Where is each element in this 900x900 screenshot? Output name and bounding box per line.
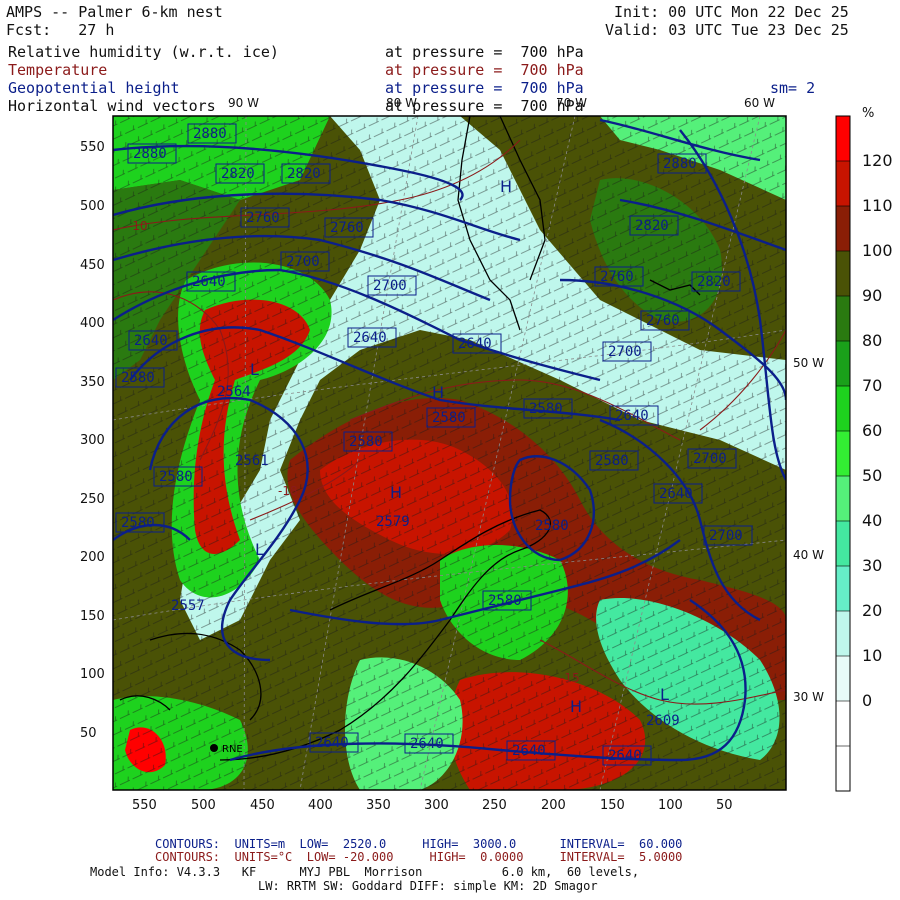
colorbar-unit: %: [862, 106, 875, 121]
height-label: 2700: [286, 254, 320, 270]
height-label: 2820: [221, 166, 255, 182]
colorbar-label: 100: [862, 241, 893, 260]
footer-physics: LW: RRTM SW: Goddard DIFF: simple KM: 2D…: [258, 879, 598, 893]
colorbar-swatch: [836, 206, 850, 252]
colorbar-swatch: [836, 431, 850, 477]
high-center: H: [432, 383, 444, 402]
colorbar-label: 70: [862, 376, 883, 395]
height-label: 2580: [121, 515, 155, 531]
colorbar-swatch: [836, 521, 850, 567]
colorbar-label: 30: [862, 556, 883, 575]
colorbar-swatch: [836, 656, 850, 702]
colorbar-swatch: [836, 161, 850, 207]
height-label: 2700: [373, 278, 407, 294]
colorbar: [836, 116, 850, 792]
center-value-label: 2564: [217, 384, 251, 400]
center-value-label: 2561: [235, 453, 269, 469]
height-label: 2760: [600, 269, 634, 285]
height-label: 2760: [246, 210, 280, 226]
colorbar-swatch: [836, 566, 850, 612]
colorbar-label: 20: [862, 601, 883, 620]
height-label: 2640: [512, 743, 546, 759]
station-label: RNE: [222, 744, 243, 755]
temp-label: -18: [278, 484, 298, 498]
colorbar-swatch: [836, 251, 850, 297]
footer-temp-contours: CONTOURS: UNITS=°C LOW= -20.000 HIGH= 0.…: [155, 850, 683, 864]
colorbar-label: 80: [862, 331, 883, 350]
height-label: 2880: [193, 126, 227, 142]
center-value-label: 2579: [376, 514, 410, 530]
colorbar-swatch: [836, 611, 850, 657]
height-label: 2700: [693, 451, 727, 467]
height-label: 2580: [529, 401, 563, 417]
height-label: 2580: [595, 453, 629, 469]
height-label: 2820: [697, 274, 731, 290]
colorbar-swatch: [836, 296, 850, 342]
footer-model-info: Model Info: V4.3.3 KF MYJ PBL Morrison 6…: [90, 865, 640, 879]
height-label: 2700: [608, 344, 642, 360]
station-marker: [210, 744, 218, 752]
height-label: 2640: [615, 408, 649, 424]
colorbar-label: 40: [862, 511, 883, 530]
height-label: 2880: [133, 146, 167, 162]
height-label: 2880: [663, 156, 697, 172]
colorbar-swatch: [836, 746, 850, 792]
height-label: 2760: [646, 313, 680, 329]
colorbar-swatch: [836, 476, 850, 522]
high-center: H: [390, 483, 402, 502]
colorbar-swatch: [836, 116, 850, 162]
high-center: H: [570, 697, 582, 716]
low-center: L: [660, 685, 669, 704]
low-center: L: [250, 360, 259, 379]
height-label: 2640: [659, 486, 693, 502]
colorbar-label: 120: [862, 151, 893, 170]
temp-label: -10: [128, 219, 148, 233]
height-label: 2580: [159, 469, 193, 485]
height-label: 2700: [709, 528, 743, 544]
height-label: 2580: [349, 434, 383, 450]
colorbar-label: 110: [862, 196, 893, 215]
height-label: 2760: [330, 220, 364, 236]
height-label: 2640: [608, 748, 642, 764]
center-value-label: 2609: [646, 713, 680, 729]
colorbar-label: 0: [862, 691, 873, 710]
height-label: 2640: [134, 333, 168, 349]
colorbar-swatch: [836, 386, 850, 432]
colorbar-swatch: [836, 701, 850, 747]
colorbar-label: 50: [862, 466, 883, 485]
center-value-label: 2580: [535, 518, 569, 534]
low-center: L: [255, 540, 264, 559]
center-value-label: 2557: [171, 598, 205, 614]
map-panel: 288028802820 2820276027602700270026402640…: [112, 115, 851, 792]
height-label: 2820: [635, 218, 669, 234]
height-label: 2640: [458, 336, 492, 352]
height-label: 2640: [353, 330, 387, 346]
height-label: 2640: [315, 735, 349, 751]
colorbar-label: 10: [862, 646, 883, 665]
colorbar-label: 60: [862, 421, 883, 440]
height-label: 2580: [488, 593, 522, 609]
high-center: H: [500, 177, 512, 196]
height-label: 2580: [432, 410, 466, 426]
height-label: 2640: [192, 274, 226, 290]
height-label: 2820: [287, 166, 321, 182]
colorbar-label: 90: [862, 286, 883, 305]
height-label: 2580: [121, 370, 155, 386]
temp-label: -15: [560, 671, 580, 685]
height-label: 2640: [410, 736, 444, 752]
colorbar-swatch: [836, 341, 850, 387]
